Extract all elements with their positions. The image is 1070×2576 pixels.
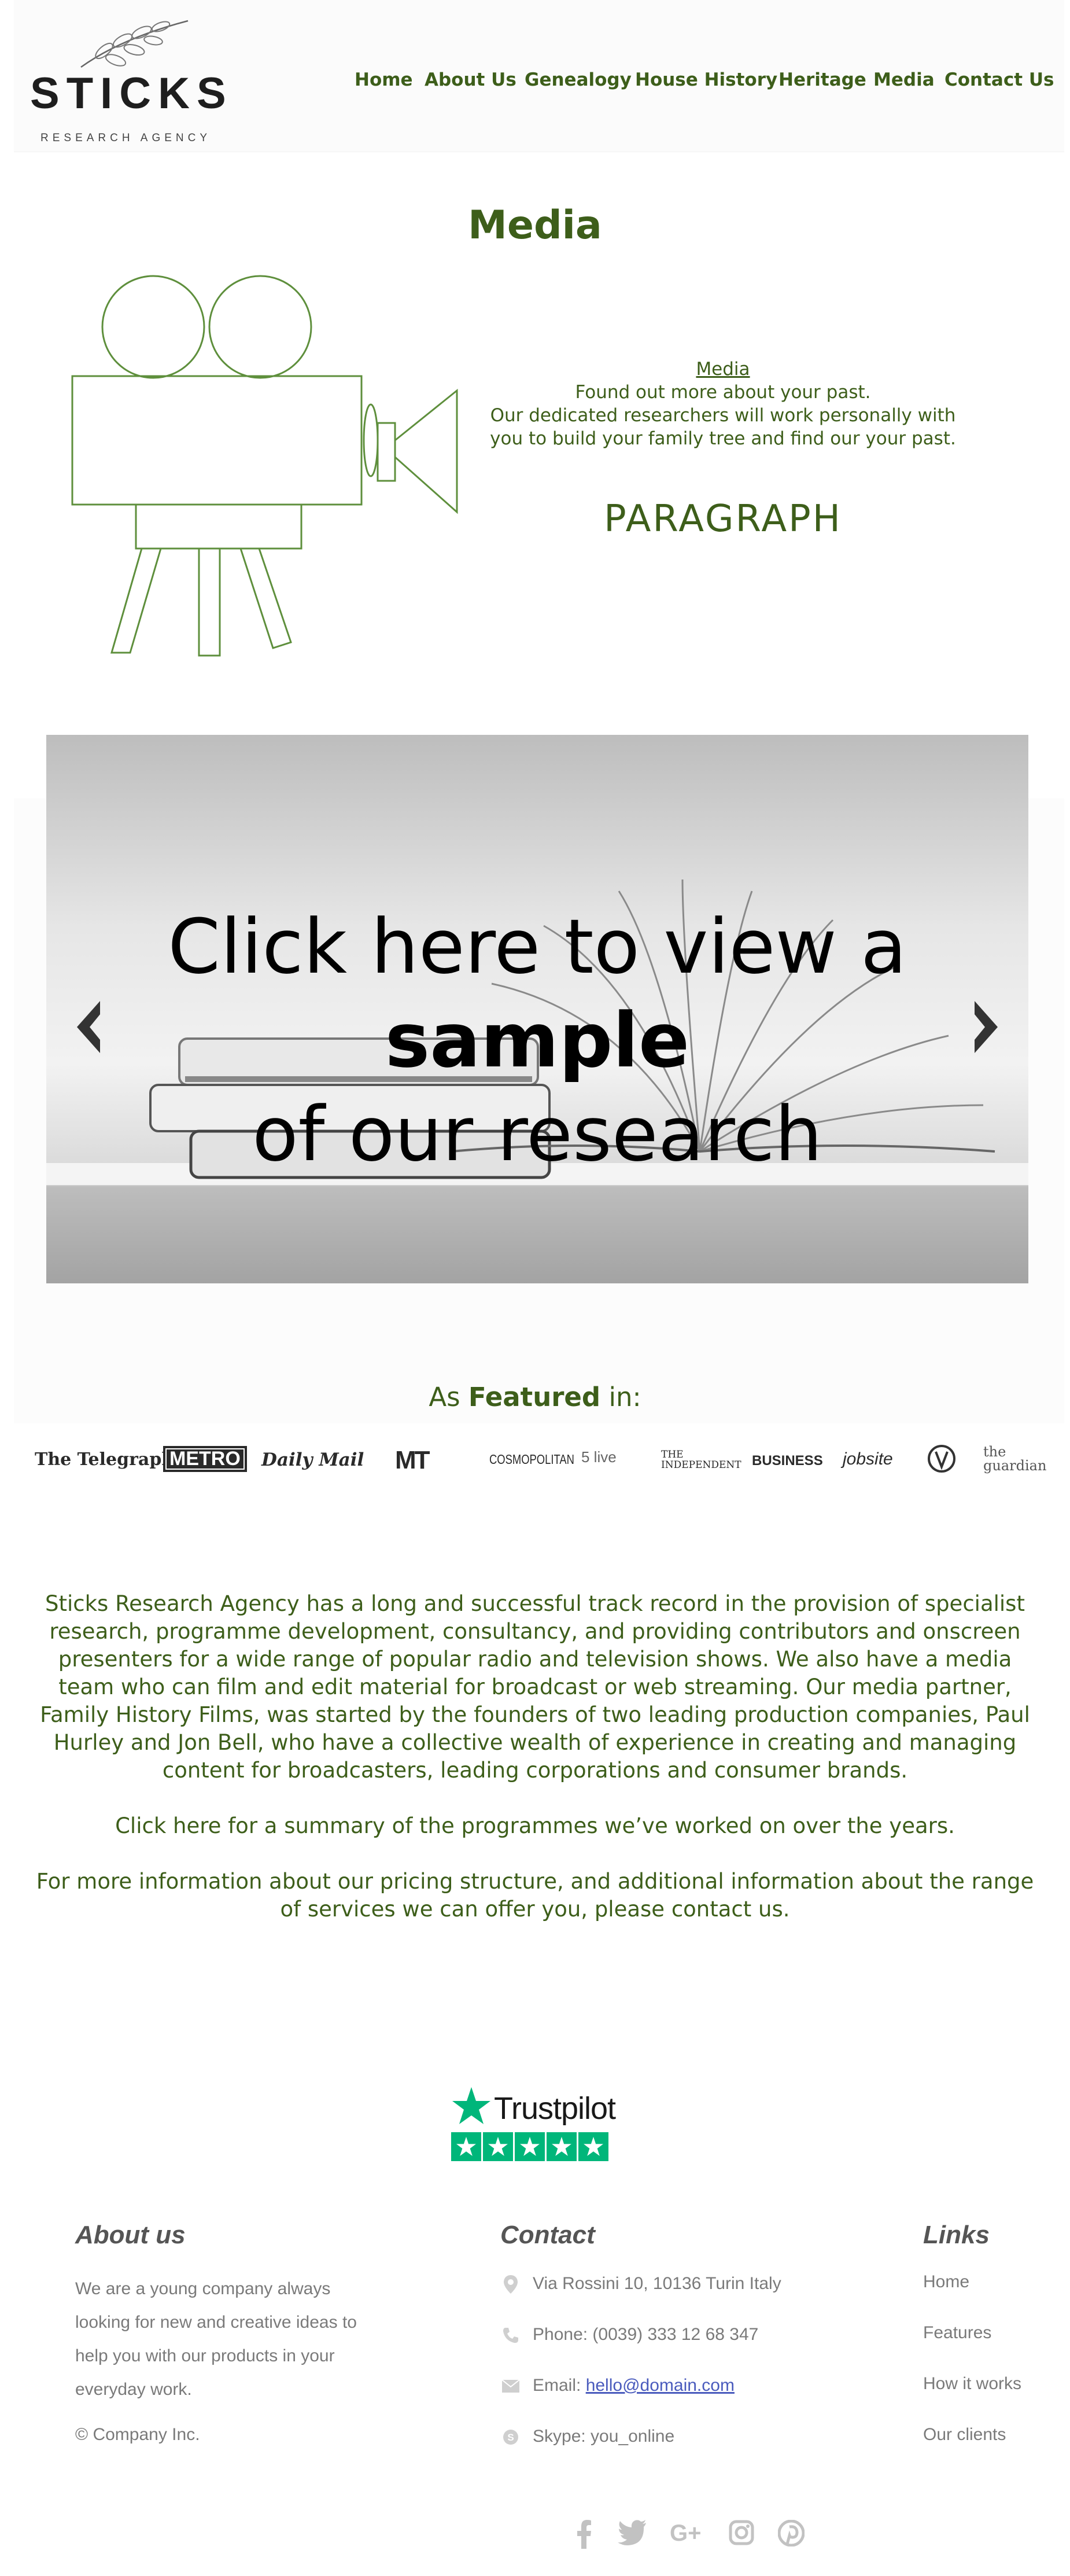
instagram-icon[interactable] xyxy=(729,2520,754,2545)
media-line-3: you to build your family tree and find o… xyxy=(490,428,956,449)
copyright: © Company Inc. xyxy=(75,2425,200,2444)
google-plus-icon[interactable]: G+ xyxy=(670,2520,708,2545)
cosmopolitan-logo: COSMOPOLITAN xyxy=(489,1452,574,1467)
media-body-copy: Sticks Research Agency has a long and su… xyxy=(32,1590,1038,1951)
business-logo: BUSINESS xyxy=(752,1453,823,1469)
site-header: STICKS RESEARCH AGENCY Home About Us Gen… xyxy=(14,0,1064,152)
facebook-icon[interactable] xyxy=(577,2520,592,2549)
media-intro: Media Found out more about your past. Ou… xyxy=(486,358,960,450)
slider-caption-bold: sample xyxy=(385,996,690,1084)
phone-icon xyxy=(503,2328,518,2343)
slider-next-arrow-icon[interactable] xyxy=(968,998,1002,1056)
nav-house-history[interactable]: House History xyxy=(635,69,777,90)
logo-tagline: RESEARCH AGENCY xyxy=(40,132,212,144)
contact-phone-text: Phone: (0039) 333 12 68 347 xyxy=(533,2325,759,2344)
social-links: G+ xyxy=(570,2520,813,2555)
nav-home[interactable]: Home xyxy=(355,69,413,90)
research-sample-slider[interactable]: Click here to view a sample of our resea… xyxy=(46,735,1028,1283)
contact-email-label: Email: xyxy=(533,2376,586,2395)
footer-link-features[interactable]: Features xyxy=(923,2323,991,2343)
rating-star-icon xyxy=(515,2132,545,2161)
rating-star-icon xyxy=(547,2132,577,2161)
management-today-logo: MT xyxy=(395,1446,430,1474)
featured-suffix: in: xyxy=(600,1382,641,1412)
page-title: Media xyxy=(468,203,602,248)
footer-about-heading: About us xyxy=(75,2221,186,2249)
media-link[interactable]: Media xyxy=(486,358,960,381)
body-paragraph-1: Sticks Research Agency has a long and su… xyxy=(40,1591,1030,1783)
footer-about-text: We are a young company always looking fo… xyxy=(75,2279,357,2399)
main-nav: Home About Us Genealogy House History He… xyxy=(14,69,1064,98)
contact-email: Email: hello@domain.com xyxy=(500,2374,735,2397)
press-logos: The Telegraph METRO Daily Mail MT COSMOP… xyxy=(35,1444,1047,1484)
svg-text:G+: G+ xyxy=(670,2520,701,2545)
footer-link-how-it-works[interactable]: How it works xyxy=(923,2374,1021,2394)
bbc-5-live-logo: 5 live xyxy=(581,1448,617,1466)
footer-links: Links Home Features How it works Our cli… xyxy=(923,2219,1062,2462)
nav-heritage[interactable]: Heritage xyxy=(778,69,866,90)
contact-skype: S Skype: you_online xyxy=(500,2425,674,2448)
telegraph-logo: The Telegraph xyxy=(35,1449,175,1470)
trustpilot-rating xyxy=(451,2132,608,2161)
footer-about: About us We are a young company always l… xyxy=(75,2219,376,2462)
slider-caption-normal: Click here to view a xyxy=(168,903,907,991)
film-camera-icon xyxy=(71,275,458,657)
footer-links-heading: Links xyxy=(923,2221,990,2249)
metro-logo: METRO xyxy=(163,1446,247,1472)
rating-star-icon xyxy=(578,2132,608,2161)
trustpilot-widget[interactable]: Trustpilot xyxy=(451,2086,619,2161)
rating-star-icon xyxy=(451,2132,481,2161)
media-line-1: Found out more about your past. xyxy=(575,382,871,403)
paragraph-heading: PARAGRAPH xyxy=(604,498,842,540)
featured-heading: As Featured in: xyxy=(0,1382,1070,1412)
contact-phone: Phone: (0039) 333 12 68 347 xyxy=(500,2323,758,2346)
footer-contact-heading: Contact xyxy=(500,2221,595,2249)
featured-bold: Featured xyxy=(468,1382,601,1412)
nav-contact-us[interactable]: Contact Us xyxy=(944,69,1054,90)
contact-email-link[interactable]: hello@domain.com xyxy=(586,2376,735,2395)
trustpilot-star-icon xyxy=(452,2087,490,2124)
rating-star-icon xyxy=(483,2132,513,2161)
jobsite-logo: jobsite xyxy=(843,1449,893,1469)
featured-prefix: As xyxy=(429,1382,468,1412)
footer-contact: Contact Via Rossini 10, 10136 Turin Ital… xyxy=(500,2219,824,2462)
skype-icon: S xyxy=(503,2430,518,2445)
olive-branch-logo-mark xyxy=(80,20,189,68)
map-marker-icon xyxy=(504,2275,518,2294)
pricing-contact-link[interactable]: For more information about our pricing s… xyxy=(36,1869,1034,1922)
svg-text:S: S xyxy=(507,2432,514,2443)
footer-link-our-clients[interactable]: Our clients xyxy=(923,2425,1006,2445)
daily-mail-logo: Daily Mail xyxy=(261,1449,364,1470)
footer-link-home[interactable]: Home xyxy=(923,2272,969,2292)
independent-logo: THE INDEPENDENT xyxy=(661,1449,741,1471)
nav-genealogy[interactable]: Genealogy xyxy=(525,69,632,90)
crest-logo-icon xyxy=(928,1445,955,1473)
contact-address: Via Rossini 10, 10136 Turin Italy xyxy=(500,2272,781,2295)
contact-address-text: Via Rossini 10, 10136 Turin Italy xyxy=(533,2274,781,2293)
slider-caption[interactable]: Click here to view a sample of our resea… xyxy=(46,900,1028,1181)
slider-caption-line2: of our research xyxy=(252,1090,822,1178)
slider-prev-arrow-icon[interactable] xyxy=(72,998,107,1056)
contact-skype-text: Skype: you_online xyxy=(533,2427,675,2446)
trustpilot-wordmark: Trustpilot xyxy=(494,2091,616,2126)
guardian-logo: the guardian xyxy=(983,1444,1047,1474)
envelope-icon xyxy=(501,2379,520,2393)
twitter-icon[interactable] xyxy=(618,2520,647,2545)
nav-media[interactable]: Media xyxy=(873,69,935,90)
media-line-2: Our dedicated researchers will work pers… xyxy=(490,405,956,426)
nav-about-us[interactable]: About Us xyxy=(425,69,516,90)
pinterest-icon[interactable] xyxy=(778,2520,805,2546)
programmes-summary-link[interactable]: Click here for a summary of the programm… xyxy=(115,1813,955,1838)
